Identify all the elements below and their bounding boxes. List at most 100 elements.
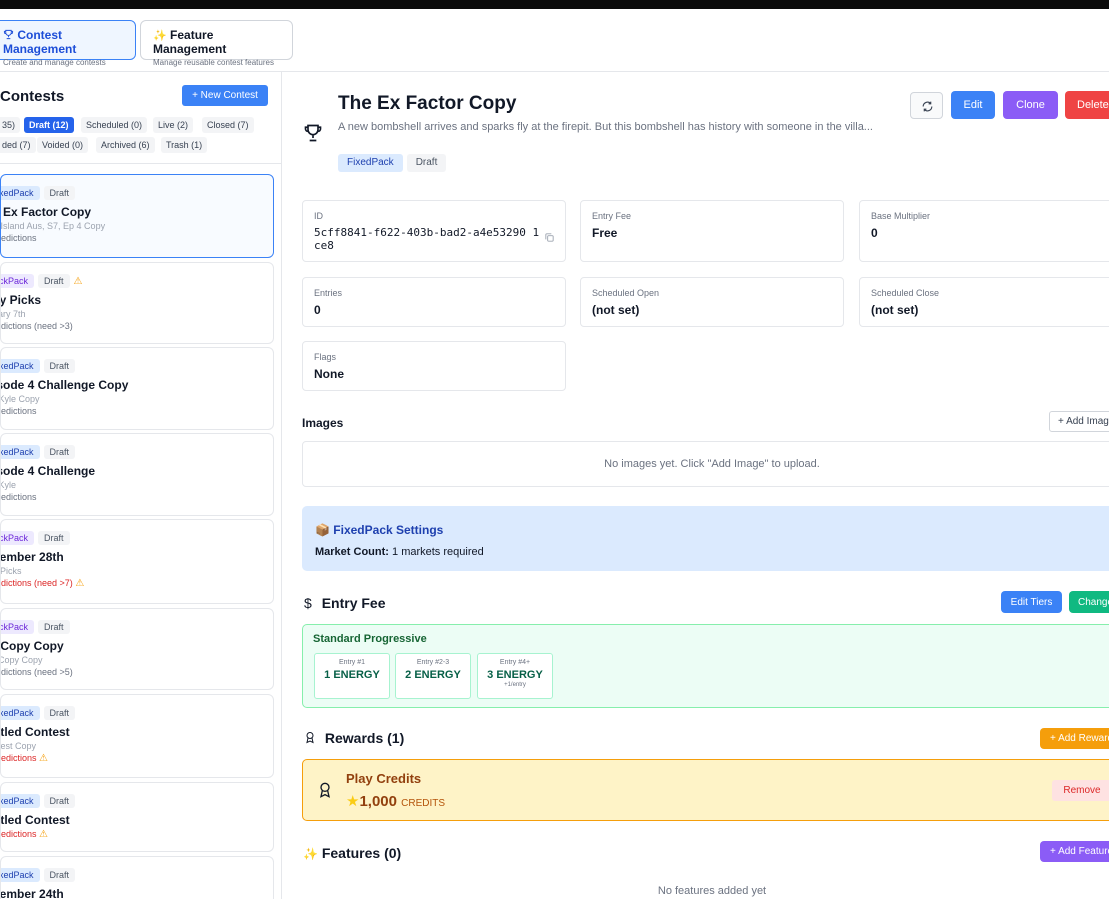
contest-predictions: redictions (need >5) (0, 666, 73, 677)
contest-title: cember 28th (0, 549, 64, 564)
type-badge: xedPack (1, 705, 40, 720)
contest-title: isode 4 Challenge (0, 463, 96, 478)
contest-subtitle: uary 7th (1, 308, 26, 319)
change-fee-button[interactable]: Change (1069, 591, 1109, 613)
clone-button[interactable]: Clone (1003, 91, 1058, 119)
filter-closed[interactable]: Closed (7) (202, 117, 254, 133)
trophy-icon (304, 124, 322, 142)
contest-subtitle: t-Kyle (1, 479, 17, 490)
new-contest-button[interactable]: + New Contest (182, 85, 268, 106)
fee-tier: Entry #1 1 ENERGY (314, 653, 390, 699)
warning-icon: ⚠ (75, 577, 85, 589)
type-badge: xedPack (1, 358, 40, 373)
contest-card[interactable]: xedPackDraft titled Contest ntest Copy p… (0, 694, 274, 778)
contest-card[interactable]: xedPackDraft titled Contest predictions … (0, 782, 274, 852)
reward-unit: CREDITS (401, 798, 446, 809)
type-badge: FixedPack (338, 154, 403, 172)
type-badge: xedPack (1, 793, 40, 808)
status-badge: Draft (406, 154, 447, 172)
info-card-entry-fee: Entry Fee Free (580, 200, 844, 262)
contest-title: isode 4 Challenge Copy (0, 377, 129, 392)
filter-all[interactable]: 35) (0, 117, 21, 133)
info-card-flags: Flags None (302, 341, 566, 391)
status-badge: Draft (43, 185, 76, 200)
sidebar-title: Contests (0, 88, 65, 105)
contest-card[interactable]: xedPackDraft isode 4 Challenge t-Kyle pr… (0, 433, 274, 516)
status-badge: Draft (43, 358, 76, 373)
fee-tier: Entry #2-3 2 ENERGY (395, 653, 471, 699)
info-label: ID (314, 211, 323, 221)
nav-contest-management[interactable]: Contest Management Create and manage con… (0, 20, 136, 67)
tier-label: Entry #1 (338, 659, 366, 666)
reward-amount: 1,000 (359, 793, 397, 810)
copy-icon[interactable] (544, 232, 555, 243)
contest-card[interactable]: ckPackDraft t Copy Copy t Copy Copy redi… (0, 608, 274, 690)
info-value: 5cff8841-f622-403b-bad2-a4e53290 1ce8 (314, 226, 540, 252)
features-title: Features (0) (321, 845, 402, 861)
nav-title: Contest Management (3, 28, 77, 56)
contests-sidebar: Contests + New Contest 35) Draft (12) Sc… (0, 72, 282, 899)
info-value: 0 (871, 226, 878, 240)
contest-badges: FixedPack Draft (338, 154, 450, 172)
tier-value: 2 ENERGY (405, 669, 461, 681)
add-reward-button[interactable]: + Add Reward (1040, 728, 1109, 749)
contest-card[interactable]: xedPackDraft isode 4 Challenge Copy t-Ky… (0, 347, 274, 430)
market-count-value: 1 markets required (392, 546, 484, 558)
status-badge: Draft (43, 444, 76, 459)
contest-predictions: redictions (need >7) (0, 577, 73, 588)
nav-subtitle: Manage reusable contest features (153, 58, 274, 67)
sidebar-header: Contests + New Contest 35) Draft (12) Sc… (0, 72, 281, 164)
star-icon: ★ (346, 793, 360, 810)
contest-card[interactable]: ckPackDraft⚠ ily Picks uary 7th redictio… (0, 262, 274, 344)
info-value: 0 (314, 303, 321, 317)
info-card-scheduled-close: Scheduled Close (not set) (859, 277, 1109, 327)
refresh-icon (922, 101, 933, 112)
contest-detail: The Ex Factor Copy A new bombshell arriv… (283, 72, 1109, 899)
filter-scheduled[interactable]: Scheduled (0) (81, 117, 148, 133)
fixedpack-title: FixedPack Settings (333, 523, 444, 537)
warning-icon: ⚠ (73, 276, 83, 287)
nav-subtitle: Create and manage contests (3, 58, 106, 67)
filter-draft[interactable]: Draft (12) (24, 117, 74, 133)
filter-voided[interactable]: Voided (0) (37, 137, 89, 153)
contest-subtitle: y Picks (0, 565, 22, 576)
sparkles-icon: ✨ (303, 847, 318, 861)
type-badge: xedPack (1, 185, 40, 200)
reward-item: Play Credits ★1,000 CREDITS Remove (302, 759, 1109, 821)
status-badge: Draft (38, 619, 70, 634)
contest-title: titled Contest (0, 724, 70, 739)
contest-card[interactable]: ckPackDraft cember 28th y Picks redictio… (0, 519, 274, 604)
filter-archived[interactable]: Archived (6) (96, 137, 155, 153)
contest-description: A new bombshell arrives and sparks fly a… (338, 121, 873, 133)
page-title: The Ex Factor Copy (338, 93, 517, 114)
tier-label: Entry #2-3 (416, 659, 450, 666)
contest-title: ily Picks (0, 292, 42, 307)
contest-predictions: predictions (1, 752, 37, 763)
contest-card[interactable]: xedPack Draft e Ex Factor Copy e Island A… (0, 174, 274, 258)
award-icon (320, 782, 330, 798)
warning-icon: ⚠ (39, 828, 49, 840)
filter-live[interactable]: Live (2) (153, 117, 194, 133)
add-feature-button[interactable]: + Add Feature (1040, 841, 1109, 862)
contest-predictions: redictions (need >3) (0, 320, 73, 331)
contest-card[interactable]: xedPack Draft cember 24th (0, 856, 274, 899)
entry-fee-title: Entry Fee (321, 595, 386, 611)
refresh-button[interactable] (910, 92, 943, 119)
type-badge: ckPack (1, 619, 35, 634)
features-empty-state: No features added yet (657, 885, 767, 897)
nav-feature-management[interactable]: ✨ Feature Management Manage reusable con… (140, 20, 293, 67)
remove-reward-button[interactable]: Remove (1052, 780, 1109, 801)
edit-tiers-button[interactable]: Edit Tiers (1001, 591, 1062, 613)
contest-title: cember 24th (0, 886, 64, 899)
delete-button[interactable]: Delete (1065, 91, 1109, 119)
info-label: Entries (314, 288, 343, 298)
edit-button[interactable]: Edit (951, 91, 995, 119)
reward-title: Play Credits (346, 771, 422, 786)
filter-trash[interactable]: Trash (1) (161, 137, 208, 153)
add-image-button[interactable]: + Add Image (1049, 411, 1109, 432)
status-badge: Draft (38, 273, 70, 288)
contest-predictions: predictions (1, 491, 37, 502)
status-badge: Draft (38, 530, 70, 545)
filter-graded[interactable]: ded (7) (0, 137, 36, 153)
info-card-scheduled-open: Scheduled Open (not set) (580, 277, 844, 327)
